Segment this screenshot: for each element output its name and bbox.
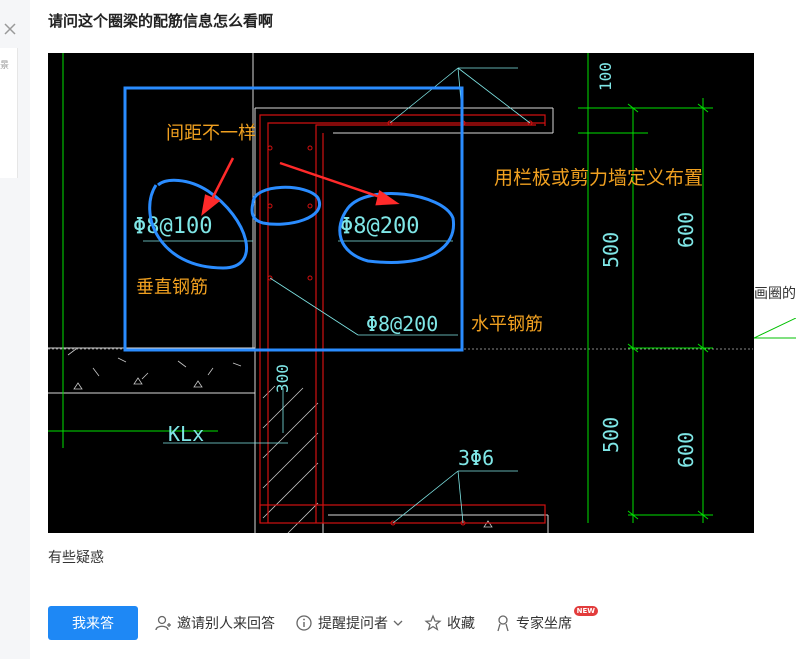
left-card-text: 景 bbox=[0, 61, 10, 71]
new-badge: NEW bbox=[573, 606, 598, 616]
side-preview-text: 画圈的 bbox=[754, 286, 796, 302]
cad-drawing: Φ8@100 Φ8@200 Φ8@200 3Φ6 KLx 100 500 600… bbox=[48, 53, 753, 533]
chevron-down-icon bbox=[393, 620, 403, 626]
invite-answer-label: 邀请别人来回答 bbox=[177, 616, 275, 632]
question-image[interactable]: Φ8@100 Φ8@200 Φ8@200 3Φ6 KLx 100 500 600… bbox=[48, 53, 754, 533]
note-vertical-rebar: 垂直钢筋 bbox=[136, 277, 208, 298]
remind-asker-button[interactable]: 提醒提问者 bbox=[295, 613, 404, 633]
invite-answer-button[interactable]: 邀请别人来回答 bbox=[154, 613, 275, 633]
dim-100: 100 bbox=[596, 62, 615, 91]
expert-seat-button[interactable]: 专家坐席 NEW bbox=[495, 606, 598, 633]
invite-user-icon bbox=[155, 615, 171, 631]
favorite-label: 收藏 bbox=[447, 616, 475, 632]
remind-asker-label: 提醒提问者 bbox=[318, 616, 388, 632]
info-icon bbox=[296, 615, 312, 631]
markup-arrows bbox=[201, 157, 400, 217]
close-icon[interactable] bbox=[3, 22, 17, 36]
label-horizontal-rebar-top: Φ8@200 bbox=[340, 214, 419, 239]
question-title: 请问这个圈梁的配筋信息怎么看啊 bbox=[48, 12, 274, 30]
dim-600-upper: 600 bbox=[674, 212, 698, 248]
dim-500-upper: 500 bbox=[599, 232, 623, 268]
dim-300: 300 bbox=[273, 364, 292, 393]
favorite-button[interactable]: 收藏 bbox=[424, 613, 475, 633]
label-horizontal-rebar-bottom: Φ8@200 bbox=[366, 312, 438, 336]
action-bar: 我来答 邀请别人来回答 提醒提问者 收藏 专家坐席 NEW bbox=[48, 606, 598, 640]
star-icon bbox=[424, 614, 442, 631]
label-vertical-rebar: Φ8@100 bbox=[133, 214, 212, 239]
answer-button[interactable]: 我来答 bbox=[48, 606, 138, 640]
note-spacing-differs: 间距不一样 bbox=[166, 123, 256, 144]
markup-notes: 间距不一样 垂直钢筋 水平钢筋 用栏板或剪力墙定义布置 bbox=[136, 123, 703, 335]
side-preview-graphic bbox=[754, 318, 796, 339]
note-define-as-railing: 用栏板或剪力墙定义布置 bbox=[494, 167, 703, 189]
expert-icon bbox=[497, 615, 509, 632]
beam-label: KLx bbox=[168, 422, 204, 446]
label-bottom-bars: 3Φ6 bbox=[458, 446, 494, 470]
question-description: 有些疑惑 bbox=[48, 550, 104, 566]
expert-seat-label: 专家坐席 bbox=[516, 616, 572, 632]
dim-600-lower: 600 bbox=[674, 432, 698, 468]
note-horizontal-rebar: 水平钢筋 bbox=[471, 314, 543, 335]
dim-500-lower: 500 bbox=[599, 417, 623, 453]
